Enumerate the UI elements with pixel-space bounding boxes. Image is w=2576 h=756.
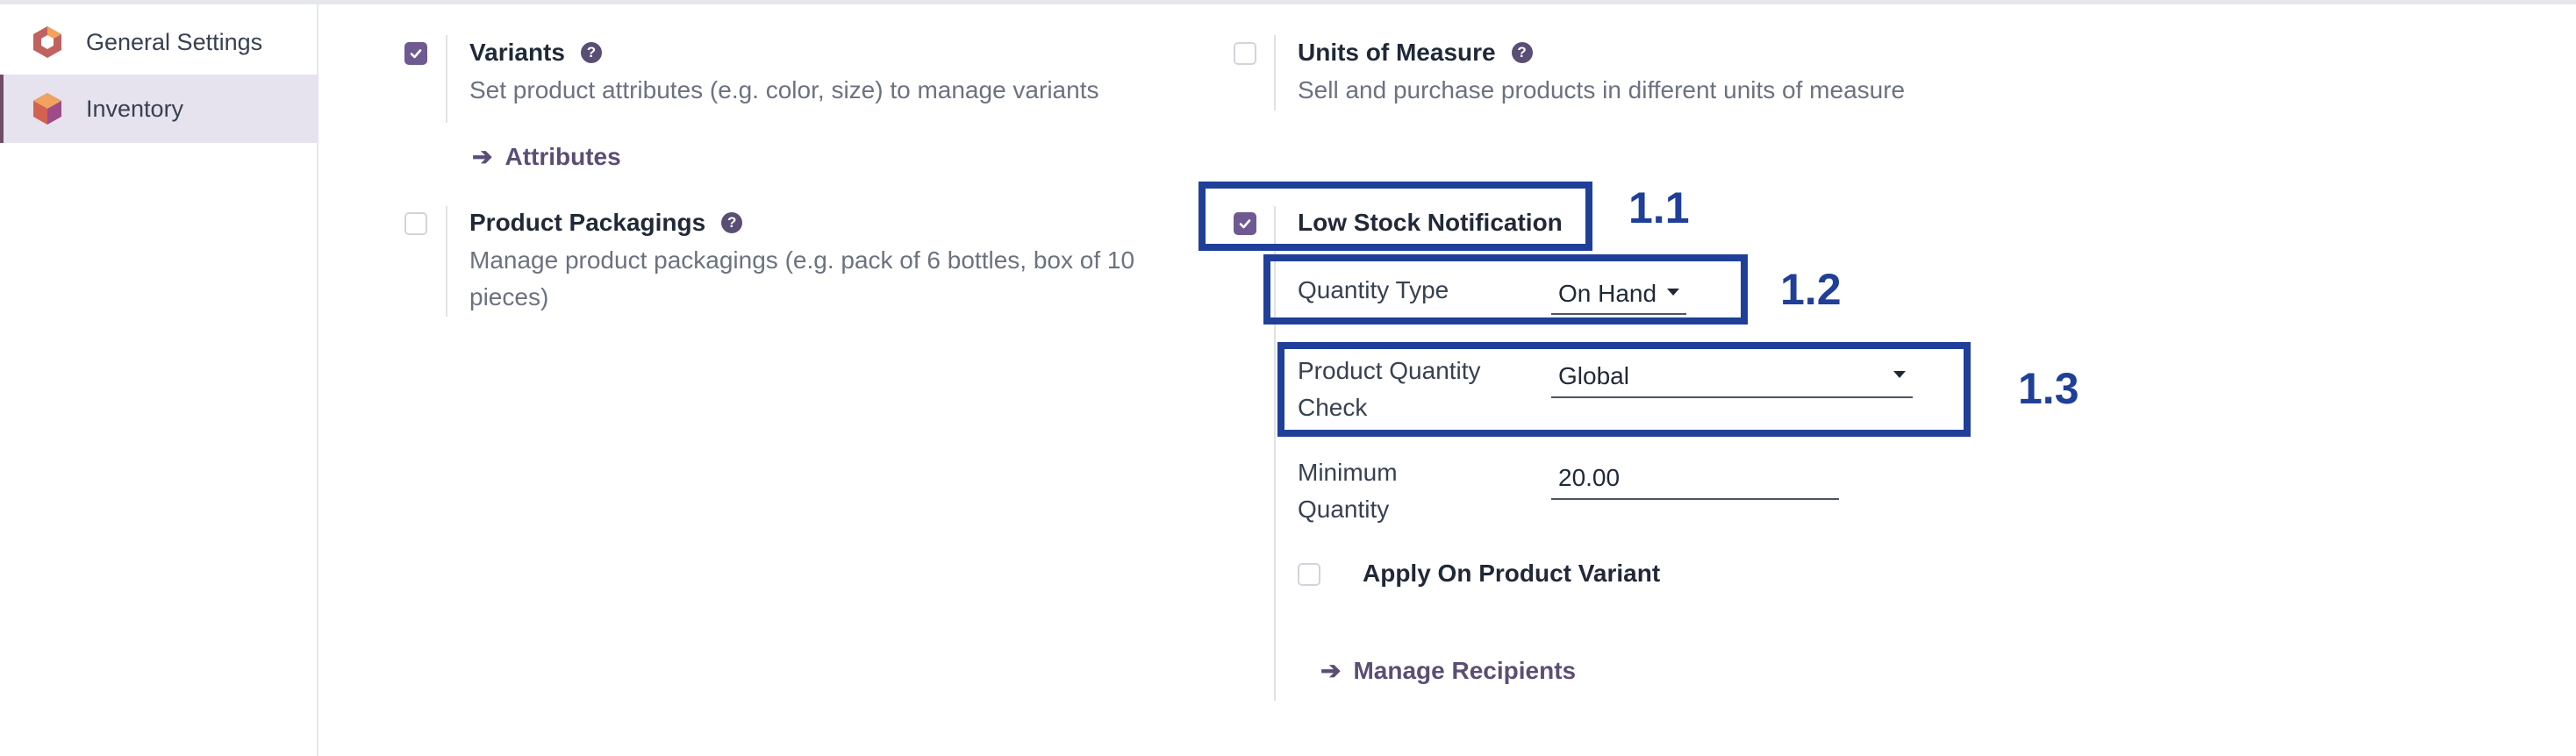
sidebar-item-label: Inventory [86, 95, 184, 122]
sidebar-item-inventory[interactable]: Inventory [0, 75, 318, 143]
units-of-measure-checkbox[interactable] [1234, 42, 1256, 65]
arrow-right-icon: ➔ [472, 143, 493, 170]
minimum-quantity-label: Minimum Quantity [1298, 459, 1398, 523]
check-icon [410, 49, 422, 59]
minimum-quantity-value: 20.00 [1558, 464, 1621, 491]
apply-on-product-variant-label: Apply On Product Variant [1363, 560, 1660, 588]
variants-title: Variants ? [469, 39, 602, 67]
odoo-general-settings-icon [33, 26, 61, 58]
annotation-box-1-2 [1263, 254, 1748, 325]
minimum-quantity-input[interactable]: 20.00 [1551, 458, 1839, 500]
top-border [0, 0, 2576, 4]
annotation-box-1-1 [1199, 182, 1592, 251]
attributes-link[interactable]: ➔ Attributes [472, 142, 621, 171]
annotation-number-1-3: 1.3 [2018, 364, 2079, 413]
product-packagings-checkbox[interactable] [404, 212, 427, 235]
help-icon[interactable]: ? [1511, 42, 1533, 63]
attributes-link-text: Attributes [504, 143, 621, 170]
annotation-number-1-2: 1.2 [1780, 265, 1842, 314]
sidebar-item-general-settings[interactable]: General Settings [0, 8, 318, 76]
annotation-box-1-3 [1277, 342, 1971, 437]
arrow-right-icon: ➔ [1320, 657, 1342, 684]
product-packagings-title-text: Product Packagings [469, 209, 706, 236]
units-of-measure-title: Units of Measure ? [1298, 39, 1533, 67]
apply-on-product-variant-text: Apply On Product Variant [1363, 560, 1661, 587]
product-packagings-title: Product Packagings ? [469, 209, 743, 237]
variants-checkbox[interactable] [404, 42, 427, 65]
setting-divider [446, 206, 447, 317]
variants-description: Set product attributes (e.g. color, size… [469, 76, 1099, 103]
units-of-measure-title-text: Units of Measure [1298, 39, 1496, 66]
inventory-app-icon [33, 93, 61, 125]
settings-sidebar: General Settings Inventory [0, 4, 318, 756]
units-of-measure-description: Sell and purchase products in different … [1298, 76, 1906, 103]
setting-divider [446, 35, 447, 123]
manage-recipients-link-text: Manage Recipients [1353, 657, 1577, 684]
apply-on-product-variant-checkbox[interactable] [1298, 563, 1320, 586]
setting-divider [1274, 35, 1276, 111]
annotation-number-1-1: 1.1 [1628, 183, 1690, 232]
manage-recipients-link[interactable]: ➔ Manage Recipients [1320, 656, 1576, 685]
help-icon[interactable]: ? [721, 212, 743, 233]
variants-title-text: Variants [469, 39, 565, 66]
product-packagings-description: Manage product packagings (e.g. pack of … [469, 246, 1135, 310]
help-icon[interactable]: ? [580, 42, 602, 63]
sidebar-item-label: General Settings [86, 28, 263, 55]
